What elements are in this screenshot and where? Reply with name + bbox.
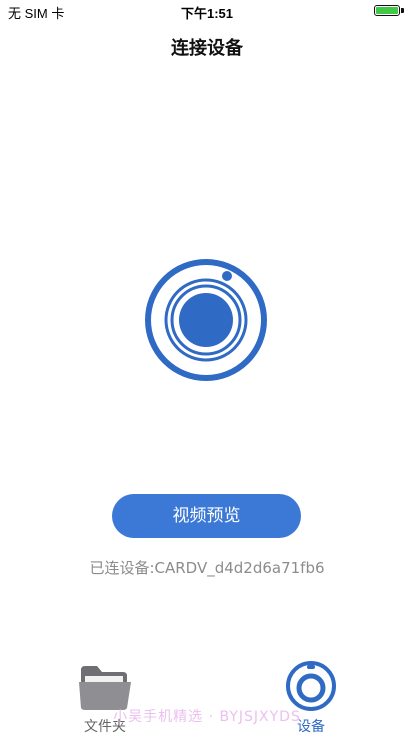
battery-icon	[374, 5, 400, 16]
page-title: 连接设备	[171, 38, 243, 59]
status-bar: 无 SIM 卡 下午1:51	[0, 0, 414, 22]
folder-icon	[79, 666, 131, 710]
battery-level	[376, 7, 398, 14]
status-time: 下午1:51	[180, 6, 234, 21]
battery-tip	[401, 8, 404, 13]
connected-device-label: 已连设备:CARDV_d4d2d6a71fb6	[89, 559, 325, 577]
app-screen: 无 SIM 卡 下午1:51 连接设备 视频预览 已连设备:CARDV_d4d2…	[0, 0, 414, 736]
video-preview-button[interactable]: 视频预览	[112, 494, 301, 538]
camera-icon	[286, 661, 336, 711]
camera-lens-icon	[143, 257, 269, 383]
watermark: 小吴手机精选 · BYJSJXYDS	[113, 709, 301, 725]
